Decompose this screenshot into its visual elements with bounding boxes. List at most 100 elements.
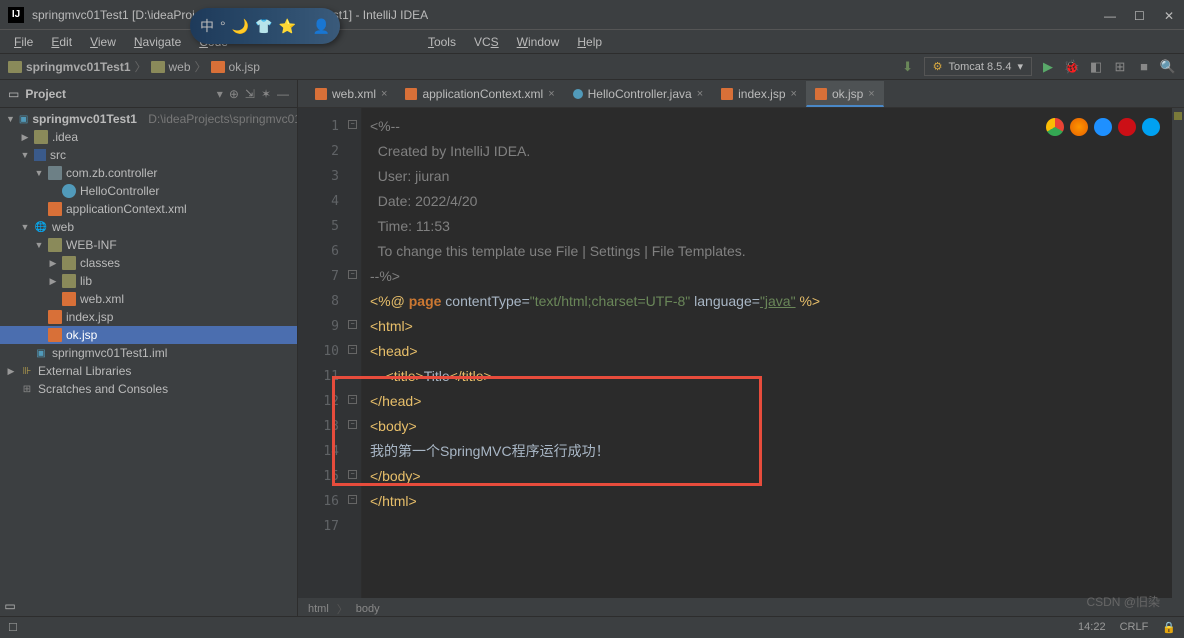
fold-icon[interactable]: − bbox=[348, 495, 357, 504]
editor-scrollbar[interactable] bbox=[1172, 108, 1184, 598]
safari-icon[interactable] bbox=[1094, 118, 1112, 136]
menu-view[interactable]: View bbox=[82, 33, 124, 51]
close-icon[interactable]: × bbox=[791, 88, 797, 100]
build-icon[interactable]: ⬇ bbox=[900, 59, 916, 75]
minimize-icon[interactable]: — bbox=[1104, 9, 1116, 21]
crumb-project[interactable]: springmvc01Test1 bbox=[26, 60, 131, 74]
close-icon[interactable]: × bbox=[381, 88, 387, 100]
tab-hellocontroller[interactable]: HelloController.java× bbox=[564, 81, 713, 107]
project-tool-icon: ▭ bbox=[8, 87, 19, 101]
tree-indexjsp[interactable]: index.jsp bbox=[0, 308, 297, 326]
lock-icon[interactable]: 🔒 bbox=[1162, 621, 1176, 634]
navbar: springmvc01Test1 〉 web 〉 ok.jsp ⬇ ⚙ Tomc… bbox=[0, 54, 1184, 80]
breadcrumb: springmvc01Test1 〉 web 〉 ok.jsp bbox=[8, 58, 260, 75]
search-icon[interactable]: 🔍 bbox=[1160, 59, 1176, 75]
fold-icon[interactable]: − bbox=[348, 270, 357, 279]
tree-idea[interactable]: ▶.idea bbox=[0, 128, 297, 146]
project-panel-header: ▭ Project ▾ ⊕ ⇲ ✶ — bbox=[0, 80, 297, 108]
fold-icon[interactable]: − bbox=[348, 420, 357, 429]
gear-icon[interactable]: ✶ bbox=[261, 87, 271, 101]
tree-webxml[interactable]: web.xml bbox=[0, 290, 297, 308]
tab-okjsp[interactable]: ok.jsp× bbox=[806, 81, 884, 107]
crumb-html[interactable]: html bbox=[308, 603, 329, 615]
close-icon[interactable]: × bbox=[868, 88, 874, 100]
project-tree[interactable]: ▼▣springmvc01Test1 D:\ideaProjects\sprin… bbox=[0, 108, 297, 620]
tree-web[interactable]: ▼🌐web bbox=[0, 218, 297, 236]
tree-webinf[interactable]: ▼WEB-INF bbox=[0, 236, 297, 254]
tree-appcontext[interactable]: applicationContext.xml bbox=[0, 200, 297, 218]
profiler-icon[interactable]: ⊞ bbox=[1112, 59, 1128, 75]
hide-icon[interactable]: — bbox=[277, 87, 289, 101]
crumb-file[interactable]: ok.jsp bbox=[229, 60, 260, 74]
opera-icon[interactable] bbox=[1118, 118, 1136, 136]
expand-icon[interactable]: ⇲ bbox=[245, 87, 255, 101]
menu-window[interactable]: Window bbox=[509, 33, 568, 51]
tree-external-libs[interactable]: ▶⊪External Libraries bbox=[0, 362, 297, 380]
run-icon[interactable]: ▶ bbox=[1040, 59, 1056, 75]
status-left-icon[interactable]: ☐ bbox=[8, 621, 18, 634]
menu-file[interactable]: File bbox=[6, 33, 41, 51]
chrome-icon[interactable] bbox=[1046, 118, 1064, 136]
watermark: CSDN @旧染 bbox=[1086, 593, 1160, 610]
tab-appcontext[interactable]: applicationContext.xml× bbox=[396, 81, 563, 107]
menu-help[interactable]: Help bbox=[569, 33, 610, 51]
coverage-icon[interactable]: ◧ bbox=[1088, 59, 1104, 75]
statusbar: ☐ 14:22 CRLF 🔒 bbox=[0, 616, 1184, 638]
code-content[interactable]: <%-- Created by IntelliJ IDEA. User: jiu… bbox=[362, 108, 1184, 598]
fold-icon[interactable]: − bbox=[348, 120, 357, 129]
editor-area: web.xml× applicationContext.xml× HelloCo… bbox=[298, 80, 1184, 620]
menu-navigate[interactable]: Navigate bbox=[126, 33, 189, 51]
menu-vcs[interactable]: VCS bbox=[466, 33, 507, 51]
tree-src[interactable]: ▼src bbox=[0, 146, 297, 164]
editor-body[interactable]: 1− 23456 7− 8 9− 10− 11 12− 13− 14 15− 1… bbox=[298, 108, 1184, 598]
tree-root[interactable]: ▼▣springmvc01Test1 D:\ideaProjects\sprin… bbox=[0, 110, 297, 128]
chevron-down-icon[interactable]: ▾ bbox=[217, 87, 223, 101]
crumb-body[interactable]: body bbox=[356, 603, 380, 615]
tree-lib[interactable]: ▶lib bbox=[0, 272, 297, 290]
maximize-icon[interactable]: ☐ bbox=[1134, 9, 1146, 21]
menu-edit[interactable]: Edit bbox=[43, 33, 80, 51]
line-separator[interactable]: CRLF bbox=[1120, 621, 1149, 634]
stop-icon[interactable]: ■ bbox=[1136, 59, 1152, 75]
run-config-label: Tomcat 8.5.4 bbox=[948, 61, 1011, 73]
browser-icons bbox=[1046, 118, 1160, 136]
tree-controller[interactable]: HelloController bbox=[0, 182, 297, 200]
folder-icon bbox=[151, 61, 165, 73]
tree-scratches[interactable]: ⊞Scratches and Consoles bbox=[0, 380, 297, 398]
folder-icon bbox=[8, 61, 22, 73]
chevron-down-icon: ▾ bbox=[1017, 60, 1023, 73]
titlebar: IJ springmvc01Test1 [D:\ideaProject ok.j… bbox=[0, 0, 1184, 30]
editor-gutter: 1− 23456 7− 8 9− 10− 11 12− 13− 14 15− 1… bbox=[298, 108, 362, 598]
tab-indexjsp[interactable]: index.jsp× bbox=[712, 81, 806, 107]
project-panel: ▭ Project ▾ ⊕ ⇲ ✶ — ▼▣springmvc01Test1 D… bbox=[0, 80, 298, 620]
fold-icon[interactable]: − bbox=[348, 320, 357, 329]
close-icon[interactable]: × bbox=[548, 88, 554, 100]
tree-classes[interactable]: ▶classes bbox=[0, 254, 297, 272]
fold-icon[interactable]: − bbox=[348, 470, 357, 479]
select-target-icon[interactable]: ⊕ bbox=[229, 87, 239, 101]
jsp-icon bbox=[211, 61, 225, 73]
ie-icon[interactable] bbox=[1142, 118, 1160, 136]
project-panel-title: Project bbox=[25, 87, 210, 101]
menu-tools[interactable]: Tools bbox=[420, 33, 464, 51]
firefox-icon[interactable] bbox=[1070, 118, 1088, 136]
tree-iml[interactable]: ▣springmvc01Test1.iml bbox=[0, 344, 297, 362]
menubar: File Edit View Navigate Code Tools VCS W… bbox=[0, 30, 1184, 54]
fold-icon[interactable]: − bbox=[348, 345, 357, 354]
run-config-dropdown[interactable]: ⚙ Tomcat 8.5.4 ▾ bbox=[924, 57, 1032, 76]
tree-okjsp[interactable]: ok.jsp bbox=[0, 326, 297, 344]
crumb-folder[interactable]: web bbox=[169, 60, 191, 74]
cursor-position[interactable]: 14:22 bbox=[1078, 621, 1106, 634]
editor-tabs: web.xml× applicationContext.xml× HelloCo… bbox=[298, 80, 1184, 108]
tree-package[interactable]: ▼com.zb.controller bbox=[0, 164, 297, 182]
app-logo: IJ bbox=[8, 7, 24, 23]
tab-webxml[interactable]: web.xml× bbox=[306, 81, 396, 107]
close-icon[interactable]: ✕ bbox=[1164, 9, 1176, 21]
ime-widget[interactable]: 中°🌙👕⭐👤 bbox=[190, 8, 340, 44]
warning-marker[interactable] bbox=[1174, 112, 1182, 120]
tomcat-icon: ⚙ bbox=[933, 60, 943, 73]
debug-icon[interactable]: 🐞 bbox=[1064, 59, 1080, 75]
tool-window-toggle[interactable]: ▭ bbox=[0, 596, 20, 616]
close-icon[interactable]: × bbox=[697, 88, 703, 100]
fold-icon[interactable]: − bbox=[348, 395, 357, 404]
